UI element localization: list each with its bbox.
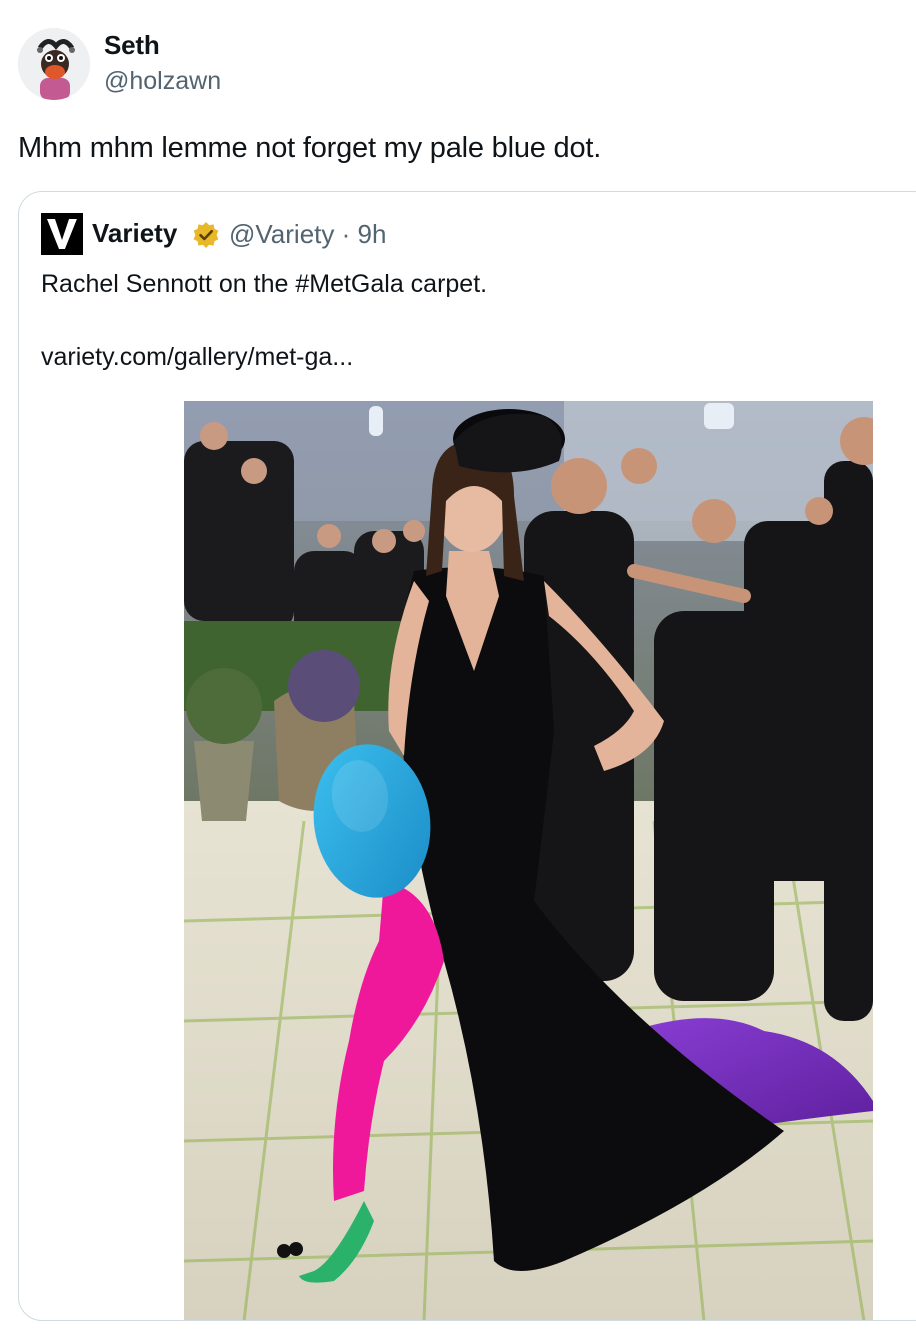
variety-logo-icon[interactable]	[41, 213, 83, 255]
quoted-media-photo[interactable]	[184, 401, 873, 1320]
quoted-timestamp[interactable]: 9h	[358, 219, 387, 249]
author-handle[interactable]: @holzawn	[104, 67, 221, 96]
quoted-meta: @Variety · 9h	[229, 219, 386, 250]
red-carpet-photo	[184, 401, 873, 1320]
verified-gold-badge-icon[interactable]	[192, 221, 220, 249]
quoted-tweet-link[interactable]: variety.com/gallery/met-ga...	[41, 341, 353, 373]
tweet: Seth @holzawn Mhm mhm lemme not forget m…	[0, 0, 916, 1344]
quoted-tweet-text: Rachel Sennott on the #MetGala carpet.	[41, 270, 488, 298]
author-name[interactable]: Seth	[104, 30, 160, 61]
quoted-author-name[interactable]: Variety	[92, 218, 177, 249]
tweet-text: Mhm mhm lemme not forget my pale blue do…	[18, 132, 602, 164]
meta-separator: ·	[341, 219, 351, 249]
author-avatar[interactable]	[18, 28, 90, 100]
puppet-avatar-icon	[18, 28, 90, 100]
quote-tweet-card[interactable]: Variety @Variety · 9h Rachel Sennott on …	[18, 191, 916, 1321]
quoted-author-handle[interactable]: @Variety	[229, 219, 334, 249]
